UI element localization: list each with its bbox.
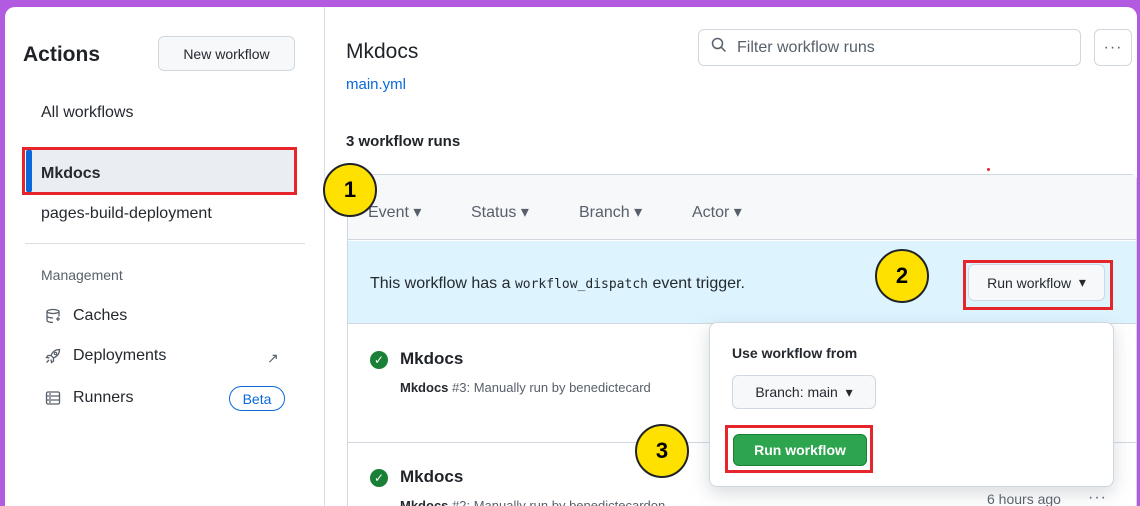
- highlight-box-run-workflow: [963, 260, 1113, 310]
- dispatch-text: This workflow has a workflow_dispatch ev…: [370, 275, 745, 293]
- cache-icon: [41, 307, 65, 325]
- branch-select-label: Branch: main: [755, 384, 838, 400]
- filter-event[interactable]: Event ▾: [368, 202, 421, 222]
- sidebar-item-label: Caches: [73, 307, 128, 324]
- external-link-icon: ↗: [267, 350, 279, 366]
- filter-actor[interactable]: Actor ▾: [692, 202, 742, 222]
- dispatch-code: workflow_dispatch: [514, 277, 648, 292]
- workflow-runs-count: 3 workflow runs: [346, 133, 461, 150]
- callout-1: 1: [323, 163, 377, 217]
- run-title[interactable]: Mkdocs: [400, 349, 463, 369]
- dispatch-text-before: This workflow has a: [370, 275, 515, 292]
- filter-status[interactable]: Status ▾: [471, 202, 529, 222]
- page-title: Mkdocs: [346, 40, 419, 63]
- run-title[interactable]: Mkdocs: [400, 467, 463, 487]
- chevron-down-icon: ▾: [733, 204, 742, 221]
- sidebar-title: Actions: [23, 43, 101, 66]
- filter-placeholder: Filter workflow runs: [737, 38, 875, 56]
- beta-badge: Beta: [229, 386, 285, 411]
- callout-3: 3: [635, 424, 689, 478]
- use-workflow-from-label: Use workflow from: [732, 345, 858, 361]
- workflow-file-link[interactable]: main.yml: [346, 76, 406, 93]
- run-workflow-button[interactable]: Run workflow: [733, 434, 867, 466]
- chevron-down-icon: ▾: [634, 204, 643, 221]
- dispatch-text-after: event trigger.: [648, 275, 745, 292]
- callout-2: 2: [875, 249, 929, 303]
- success-check-icon: ✓: [370, 351, 388, 369]
- kebab-horizontal-icon: ···: [1103, 38, 1123, 56]
- run-subtitle: Mkdocs #3: Manually run by benedictecard: [400, 380, 651, 395]
- sidebar-item-caches[interactable]: Caches: [41, 307, 127, 325]
- sidebar-divider: [25, 243, 305, 244]
- sidebar-item-runners[interactable]: Runners: [41, 389, 133, 407]
- chevron-down-icon: ▾: [845, 383, 853, 400]
- run-subtitle: Mkdocs #2: Manually run by benedictecard…: [400, 498, 665, 506]
- server-icon: [41, 389, 65, 407]
- sidebar-section-management: Management: [41, 267, 123, 283]
- run-subtitle-detail: #3: Manually run by benedictecard: [448, 380, 651, 395]
- run-options-icon[interactable]: ···: [1088, 489, 1107, 506]
- filter-branch-label: Branch: [579, 204, 630, 221]
- filter-workflow-runs-input[interactable]: Filter workflow runs: [698, 29, 1081, 66]
- sidebar: Actions New workflow All workflows Mkdoc…: [5, 7, 325, 506]
- sidebar-item-deployments[interactable]: Deployments: [41, 347, 166, 365]
- chevron-down-icon: ▾: [413, 204, 422, 221]
- branch-select[interactable]: Branch: main ▾: [732, 375, 876, 409]
- run-subtitle-detail: #2: Manually run by benedictecardon: [448, 498, 666, 506]
- filters-row: Event ▾ Status ▾ Branch ▾ Actor ▾: [348, 175, 1136, 240]
- search-icon: [711, 37, 727, 58]
- filter-actor-label: Actor: [692, 204, 730, 221]
- run-workflow-dropdown: Use workflow from Branch: main ▾ Run wor…: [709, 322, 1114, 487]
- filter-status-label: Status: [471, 204, 517, 221]
- filter-branch[interactable]: Branch ▾: [579, 202, 642, 222]
- sidebar-item-label: Runners: [73, 389, 134, 406]
- new-workflow-button[interactable]: New workflow: [158, 36, 295, 71]
- chevron-down-icon: ▾: [520, 204, 529, 221]
- sidebar-item-label: Deployments: [73, 347, 167, 364]
- success-check-icon: ✓: [370, 469, 388, 487]
- run-subtitle-workflow: Mkdocs: [400, 498, 449, 506]
- filter-event-label: Event: [368, 204, 409, 221]
- highlight-box-mkdocs: [22, 147, 297, 195]
- run-timestamp: 6 hours ago: [987, 491, 1061, 506]
- sidebar-item-pages-build-deployment[interactable]: pages-build-deployment: [41, 205, 212, 223]
- more-options-button[interactable]: ···: [1094, 29, 1132, 66]
- rocket-icon: [41, 347, 65, 365]
- stray-mark: [987, 168, 990, 171]
- app-window: Actions New workflow All workflows Mkdoc…: [5, 7, 1137, 506]
- sidebar-item-all-workflows[interactable]: All workflows: [41, 104, 133, 122]
- run-subtitle-workflow: Mkdocs: [400, 380, 449, 395]
